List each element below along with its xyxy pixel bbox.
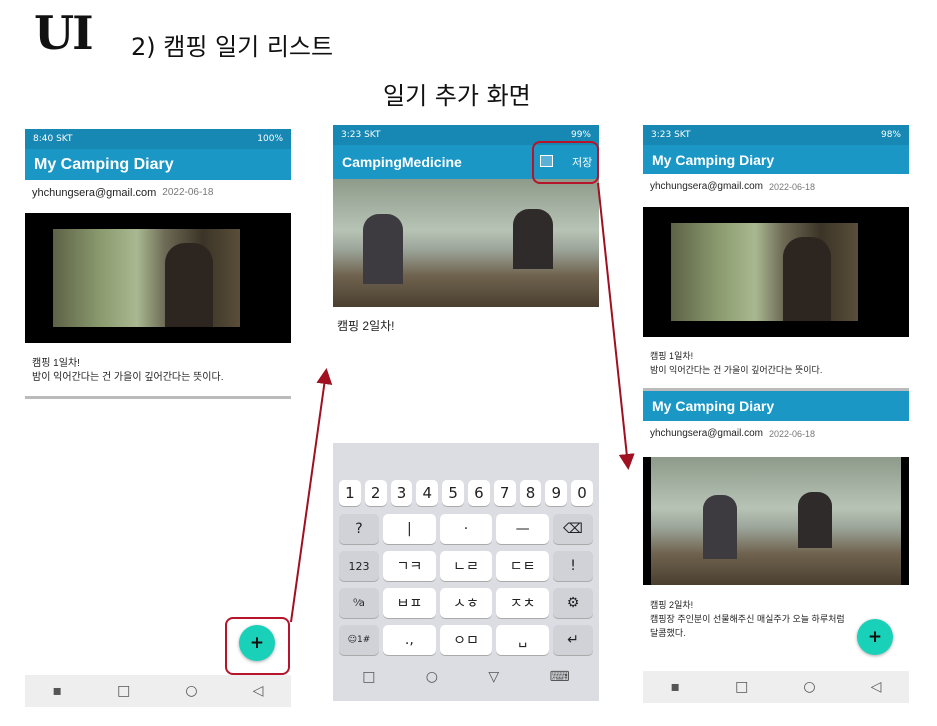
arrow-to-updated-list — [597, 182, 635, 470]
arrow-to-add-screen — [290, 368, 333, 623]
flow-arrows — [290, 182, 635, 623]
